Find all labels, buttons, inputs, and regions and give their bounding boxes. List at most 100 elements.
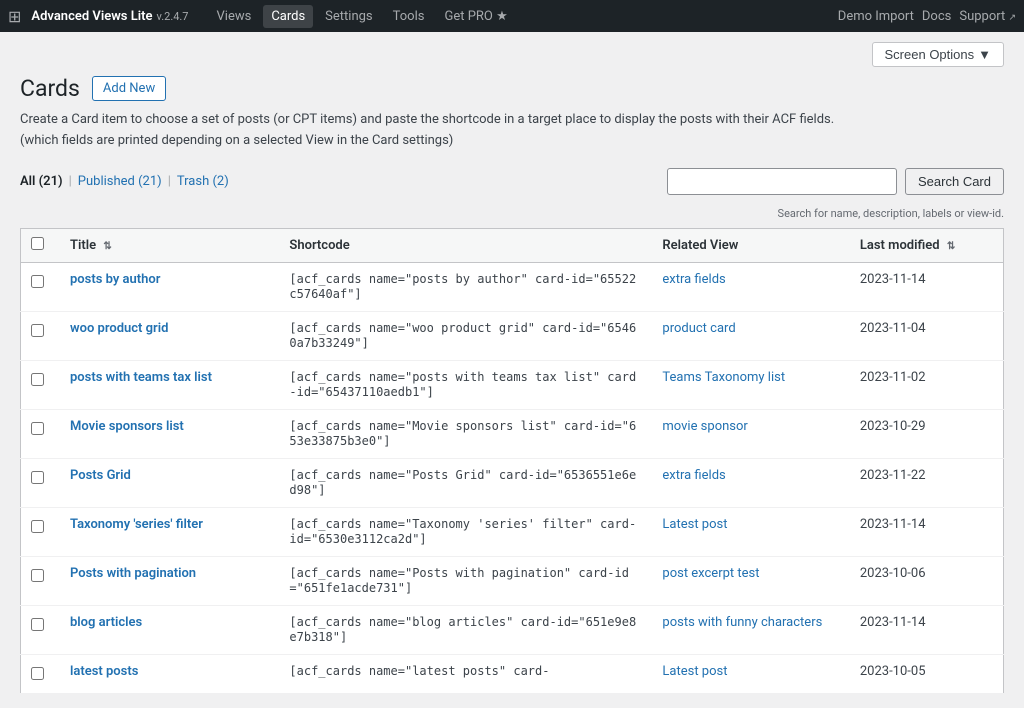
row-checkbox[interactable]	[31, 275, 44, 288]
filter-all[interactable]: All (21)	[20, 174, 63, 189]
row-modified-cell: 2023-11-14	[850, 262, 1004, 311]
row-title-link[interactable]: woo product grid	[70, 321, 168, 336]
description-line2: (which fields are printed depending on a…	[20, 133, 453, 148]
filter-trash[interactable]: Trash (2)	[177, 174, 229, 189]
support-link[interactable]: Support ↗	[959, 9, 1016, 24]
row-related-cell: extra fields	[652, 262, 849, 311]
row-title-link[interactable]: Posts with pagination	[70, 566, 196, 581]
row-related-link[interactable]: posts with funny characters	[662, 615, 822, 630]
row-checkbox-cell	[21, 654, 60, 693]
row-related-link[interactable]: Latest post	[662, 664, 727, 679]
row-related-link[interactable]: post excerpt test	[662, 566, 759, 581]
grid-icon[interactable]: ⊞	[8, 7, 21, 26]
row-shortcode-text: [acf_cards name="woo product grid" card-…	[289, 321, 636, 350]
row-checkbox[interactable]	[31, 324, 44, 337]
row-related-cell: Teams Taxonomy list	[652, 360, 849, 409]
nav-get-pro[interactable]: Get PRO ★	[436, 5, 515, 28]
brand-name: Advanced Views Lite	[31, 9, 152, 24]
row-checkbox-cell	[21, 507, 60, 556]
filter-search-bar: All (21) | Published (21) | Trash (2) Se…	[20, 168, 1004, 195]
row-title-cell: posts by author	[60, 262, 279, 311]
row-modified-cell: 2023-11-04	[850, 311, 1004, 360]
row-title-cell: Taxonomy 'series' filter	[60, 507, 279, 556]
col-related-label: Related View	[662, 238, 738, 253]
table-row: latest posts [acf_cards name="latest pos…	[21, 654, 1004, 693]
col-modified-header[interactable]: Last modified ⇅	[850, 228, 1004, 262]
row-shortcode-cell: [acf_cards name="Posts Grid" card-id="65…	[279, 458, 652, 507]
search-input[interactable]	[667, 168, 897, 195]
row-related-link[interactable]: extra fields	[662, 272, 725, 287]
search-box: Search Card	[667, 168, 1004, 195]
sep1: |	[69, 174, 72, 189]
row-modified-date: 2023-11-02	[860, 370, 926, 385]
row-checkbox-cell	[21, 409, 60, 458]
col-shortcode-header: Shortcode	[279, 228, 652, 262]
row-checkbox[interactable]	[31, 520, 44, 533]
table-row: Taxonomy 'series' filter [acf_cards name…	[21, 507, 1004, 556]
row-title-link[interactable]: posts with teams tax list	[70, 370, 212, 385]
table-row: woo product grid [acf_cards name="woo pr…	[21, 311, 1004, 360]
nav-tools[interactable]: Tools	[385, 5, 433, 28]
row-related-link[interactable]: Latest post	[662, 517, 727, 532]
row-checkbox[interactable]	[31, 618, 44, 631]
row-related-link[interactable]: Teams Taxonomy list	[662, 370, 785, 385]
row-checkbox[interactable]	[31, 471, 44, 484]
filter-published[interactable]: Published (21)	[78, 174, 162, 189]
row-title-link[interactable]: posts by author	[70, 272, 160, 287]
col-shortcode-label: Shortcode	[289, 238, 349, 253]
row-title-link[interactable]: Posts Grid	[70, 468, 131, 483]
row-shortcode-cell: [acf_cards name="Movie sponsors list" ca…	[279, 409, 652, 458]
demo-import-link[interactable]: Demo Import	[838, 9, 914, 24]
search-card-button[interactable]: Search Card	[905, 168, 1004, 195]
row-checkbox[interactable]	[31, 569, 44, 582]
row-modified-cell: 2023-10-05	[850, 654, 1004, 693]
col-modified-label: Last modified	[860, 238, 940, 253]
row-related-link[interactable]: extra fields	[662, 468, 725, 483]
row-related-link[interactable]: product card	[662, 321, 735, 336]
cards-table: Title ⇅ Shortcode Related View Last modi…	[20, 228, 1004, 694]
page-title: Cards	[20, 75, 80, 102]
row-shortcode-text: [acf_cards name="Posts Grid" card-id="65…	[289, 468, 636, 497]
screen-options-button[interactable]: Screen Options ▼	[872, 42, 1004, 67]
row-shortcode-cell: [acf_cards name="Posts with pagination" …	[279, 556, 652, 605]
row-shortcode-text: [acf_cards name="Posts with pagination" …	[289, 566, 629, 595]
row-modified-date: 2023-10-29	[860, 419, 926, 434]
row-title-link[interactable]: latest posts	[70, 664, 138, 679]
nav-cards[interactable]: Cards	[263, 5, 313, 28]
row-checkbox-cell	[21, 262, 60, 311]
row-shortcode-cell: [acf_cards name="latest posts" card-	[279, 654, 652, 693]
row-modified-cell: 2023-10-06	[850, 556, 1004, 605]
nav-settings[interactable]: Settings	[317, 5, 380, 28]
page-header: Cards Add New	[20, 75, 1004, 102]
table-header-row: Title ⇅ Shortcode Related View Last modi…	[21, 228, 1004, 262]
row-title-cell: Posts with pagination	[60, 556, 279, 605]
screen-options-bar: Screen Options ▼	[20, 42, 1004, 67]
row-checkbox[interactable]	[31, 422, 44, 435]
row-checkbox[interactable]	[31, 373, 44, 386]
col-title-header: Title ⇅	[60, 228, 279, 262]
row-related-cell: post excerpt test	[652, 556, 849, 605]
sep2: |	[168, 174, 171, 189]
row-checkbox[interactable]	[31, 667, 44, 680]
select-all-checkbox[interactable]	[31, 237, 44, 250]
row-title-link[interactable]: Taxonomy 'series' filter	[70, 517, 203, 532]
title-sort-icon: ⇅	[103, 241, 111, 252]
add-new-button[interactable]: Add New	[92, 76, 166, 101]
row-shortcode-cell: [acf_cards name="Taxonomy 'series' filte…	[279, 507, 652, 556]
nav-views[interactable]: Views	[209, 5, 260, 28]
row-title-link[interactable]: blog articles	[70, 615, 142, 630]
docs-link[interactable]: Docs	[922, 9, 951, 24]
row-related-link[interactable]: movie sponsor	[662, 419, 747, 434]
row-checkbox-cell	[21, 556, 60, 605]
row-shortcode-cell: [acf_cards name="woo product grid" card-…	[279, 311, 652, 360]
top-navigation: ⊞ Advanced Views Lite v.2.4.7 Views Card…	[0, 0, 1024, 32]
table-row: Posts with pagination [acf_cards name="P…	[21, 556, 1004, 605]
row-title-cell: posts with teams tax list	[60, 360, 279, 409]
row-modified-cell: 2023-11-22	[850, 458, 1004, 507]
row-related-cell: extra fields	[652, 458, 849, 507]
external-icon: ↗	[1008, 13, 1016, 23]
row-modified-date: 2023-10-05	[860, 664, 926, 679]
select-all-col	[21, 228, 60, 262]
row-modified-date: 2023-11-14	[860, 615, 926, 630]
row-title-link[interactable]: Movie sponsors list	[70, 419, 184, 434]
